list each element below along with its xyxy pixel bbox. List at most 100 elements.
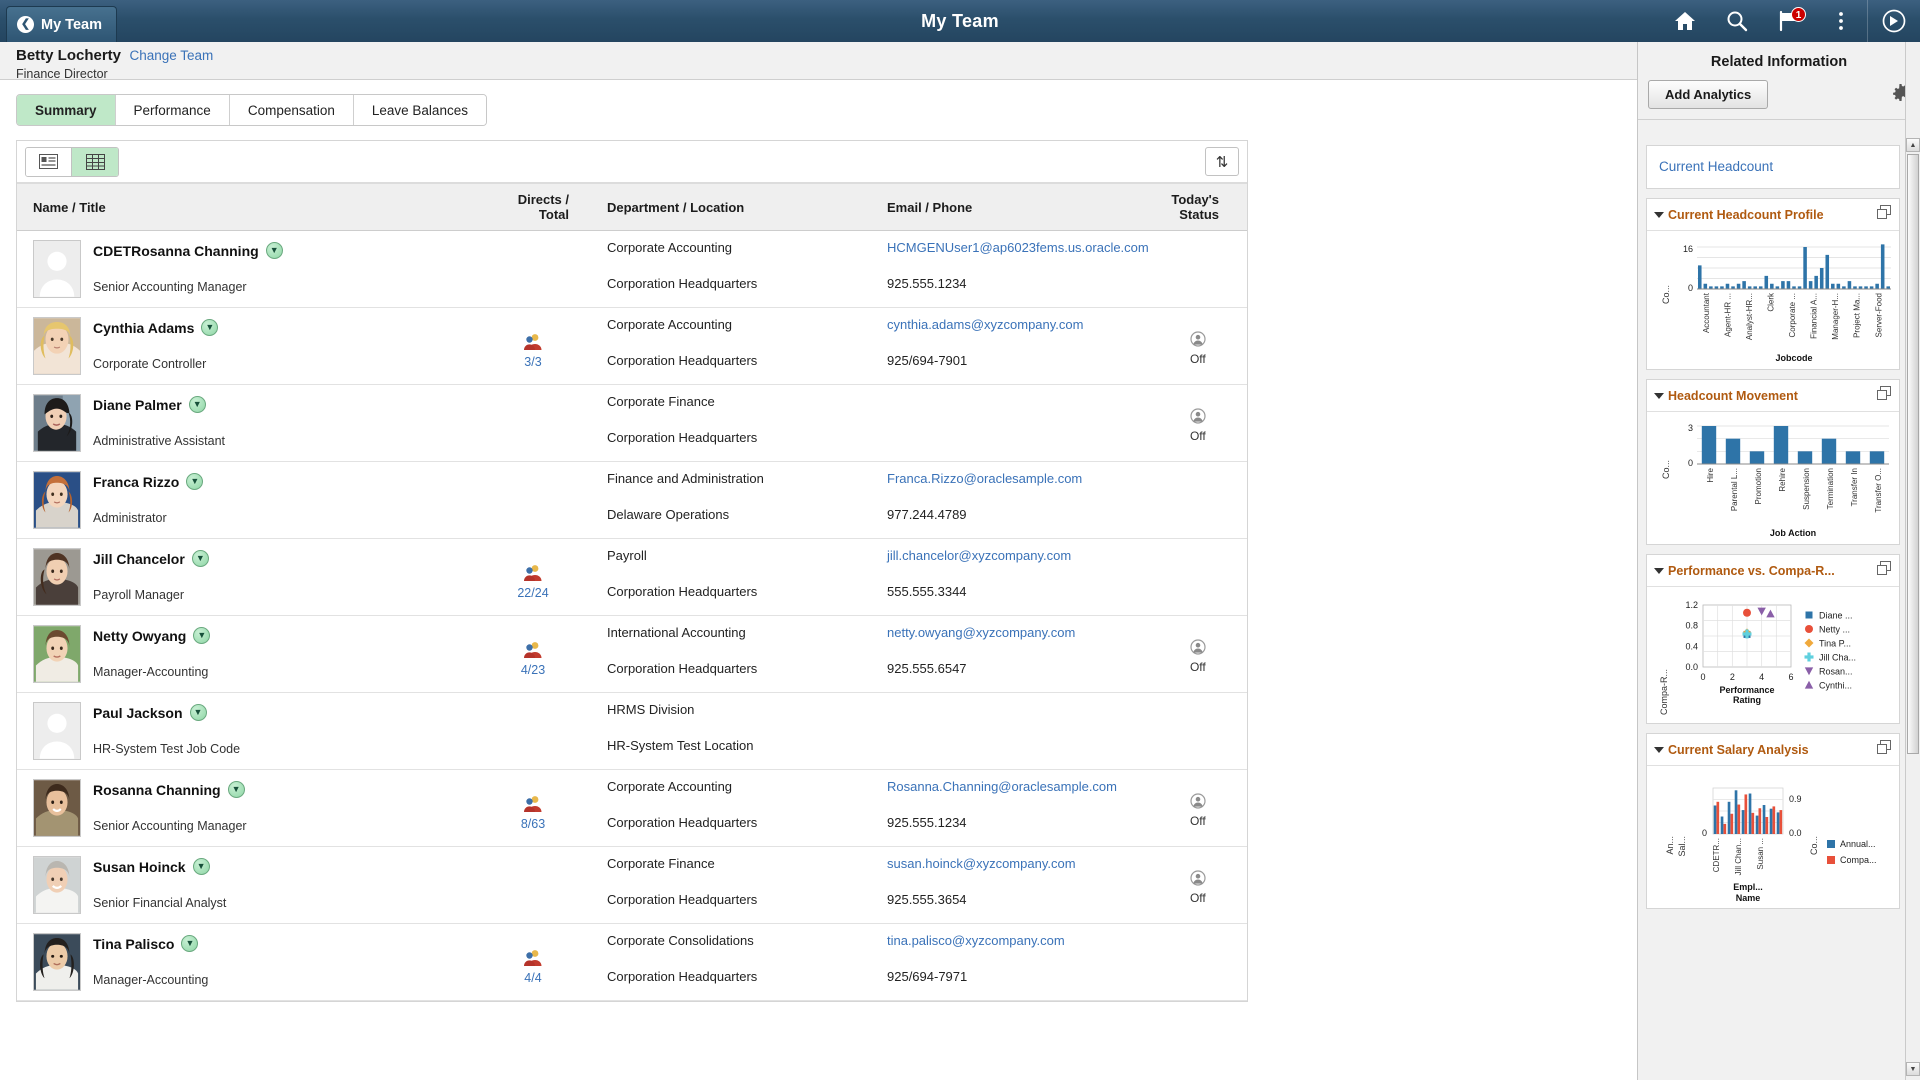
expand-icon[interactable] [1876,739,1892,760]
directs-total-value[interactable]: 3/3 [524,355,541,369]
table-row[interactable]: Diane Palmer▼Administrative AssistantCor… [17,385,1247,462]
collapse-caret-icon[interactable] [1654,747,1664,753]
card-view-button[interactable] [26,148,72,176]
tab-compensation[interactable]: Compensation [230,95,354,125]
grid-view-button[interactable] [72,148,118,176]
avatar[interactable] [33,856,81,914]
directs-total-value[interactable]: 4/23 [521,663,545,677]
back-button[interactable]: ❮ My Team [6,6,117,42]
avatar[interactable] [33,548,81,606]
table-row[interactable]: Jill Chancelor▼Payroll Manager22/24Payro… [17,539,1247,616]
related-actions-icon[interactable]: ▼ [181,935,198,952]
column-header-name-title[interactable]: Name / Title [17,184,477,231]
svg-text:Hire: Hire [1706,467,1715,482]
current-headcount-profile-chart[interactable]: 160Co...AccountantAgent-HR ...Analyst-HR… [1651,237,1899,365]
related-actions-icon[interactable]: ▼ [189,396,206,413]
directs-icon [523,333,543,354]
sort-button[interactable]: ⇅ [1205,147,1239,176]
avatar[interactable] [33,625,81,683]
column-header-directs-total[interactable]: Directs / Total [477,184,597,231]
cell-todays-status [1159,693,1247,770]
add-analytics-button[interactable]: Add Analytics [1648,80,1768,109]
avatar[interactable] [33,240,81,298]
notifications-flag-icon[interactable]: 1 [1763,0,1815,42]
headcount-movement-chart[interactable]: 30Co...HireParental L...PromotionRehireS… [1651,418,1899,540]
table-row[interactable]: Netty Owyang▼Manager-Accounting4/23Inter… [17,616,1247,693]
email-link[interactable]: Franca.Rizzo@oraclesample.com [887,471,1082,486]
employee-name[interactable]: Cynthia Adams [93,320,194,336]
directs-total-value[interactable]: 22/24 [517,586,548,600]
table-row[interactable]: Susan Hoinck▼Senior Financial AnalystCor… [17,847,1247,924]
email-link[interactable]: susan.hoinck@xyzcompany.com [887,856,1076,871]
employee-name[interactable]: Paul Jackson [93,705,183,721]
table-row[interactable]: Paul Jackson▼HR-System Test Job CodeHRMS… [17,693,1247,770]
scroll-up-arrow[interactable]: ▲ [1906,138,1920,152]
rail-scroll-area[interactable]: Current Headcount Current Headcount Prof… [1638,137,1920,1080]
avatar[interactable] [33,702,81,760]
change-team-link[interactable]: Change Team [129,48,213,63]
current-headcount-link[interactable]: Current Headcount [1659,159,1773,174]
collapse-caret-icon[interactable] [1654,393,1664,399]
email-link[interactable]: jill.chancelor@xyzcompany.com [887,548,1071,563]
home-icon[interactable] [1659,0,1711,42]
svg-text:Name: Name [1736,893,1761,903]
avatar[interactable] [33,779,81,837]
related-actions-icon[interactable]: ▼ [193,858,210,875]
actions-menu-icon[interactable] [1815,0,1867,42]
avatar[interactable] [33,317,81,375]
employee-name[interactable]: Susan Hoinck [93,859,186,875]
table-row[interactable]: Franca Rizzo▼AdministratorFinance and Ad… [17,462,1247,539]
related-actions-icon[interactable]: ▼ [186,473,203,490]
avatar[interactable] [33,471,81,529]
email-link[interactable]: tina.palisco@xyzcompany.com [887,933,1065,948]
svg-text:Sal...: Sal... [1677,836,1687,857]
tab-summary[interactable]: Summary [17,95,116,125]
collapse-caret-icon[interactable] [1654,212,1664,218]
column-header-email-phone[interactable]: Email / Phone [877,184,1159,231]
column-header-department-location[interactable]: Department / Location [597,184,877,231]
expand-icon[interactable] [1876,560,1892,581]
employee-name[interactable]: Franca Rizzo [93,474,179,490]
navigator-icon[interactable] [1868,0,1920,42]
email-link[interactable]: netty.owyang@xyzcompany.com [887,625,1075,640]
related-actions-icon[interactable]: ▼ [228,781,245,798]
table-row[interactable]: Cynthia Adams▼Corporate Controller3/3Cor… [17,308,1247,385]
svg-text:Jill Cha...: Jill Cha... [1819,653,1856,663]
expand-icon[interactable] [1876,385,1892,406]
employee-name[interactable]: CDETRosanna Channing [93,243,259,259]
avatar[interactable] [33,394,81,452]
svg-text:CDETR...: CDETR... [1712,838,1721,872]
avatar[interactable] [33,933,81,991]
scroll-down-arrow[interactable]: ▼ [1906,1062,1920,1076]
cell-department-location: International AccountingCorporation Head… [597,616,877,693]
email-link[interactable]: Rosanna.Channing@oraclesample.com [887,779,1117,794]
directs-total-value[interactable]: 4/4 [524,971,541,985]
email-link[interactable]: HCMGENUser1@ap6023fems.us.oracle.com [887,240,1149,255]
rail-scrollbar[interactable]: ▲ ▼ [1905,42,1920,1080]
scrollbar-thumb[interactable] [1907,154,1919,754]
employee-name[interactable]: Tina Palisco [93,936,174,952]
related-actions-icon[interactable]: ▼ [201,319,218,336]
related-actions-icon[interactable]: ▼ [190,704,207,721]
table-row[interactable]: Tina Palisco▼Manager-Accounting4/4Corpor… [17,924,1247,1001]
current-salary-analysis-chart[interactable]: 00.90.0An...Sal...Co...CDETR...Jill Chan… [1651,772,1899,904]
performance-vs-compa-ratio-chart[interactable]: 0.00.40.81.20246Compa-R...PerformanceRat… [1651,593,1899,719]
collapse-caret-icon[interactable] [1654,568,1664,574]
related-actions-icon[interactable]: ▼ [192,550,209,567]
column-header-todays-status[interactable]: Today's Status [1159,184,1247,231]
email-link[interactable]: cynthia.adams@xyzcompany.com [887,317,1083,332]
table-row[interactable]: CDETRosanna Channing▼Senior Accounting M… [17,231,1247,308]
employee-name[interactable]: Rosanna Channing [93,782,221,798]
related-actions-icon[interactable]: ▼ [266,242,283,259]
employee-name[interactable]: Netty Owyang [93,628,186,644]
table-row[interactable]: Rosanna Channing▼Senior Accounting Manag… [17,770,1247,847]
employee-name[interactable]: Jill Chancelor [93,551,185,567]
search-icon[interactable] [1711,0,1763,42]
expand-icon[interactable] [1876,204,1892,225]
directs-total-value[interactable]: 8/63 [521,817,545,831]
related-actions-icon[interactable]: ▼ [193,627,210,644]
tab-performance[interactable]: Performance [116,95,230,125]
svg-text:Tina P...: Tina P... [1819,639,1851,649]
tab-leave-balances[interactable]: Leave Balances [354,95,486,125]
employee-name[interactable]: Diane Palmer [93,397,182,413]
